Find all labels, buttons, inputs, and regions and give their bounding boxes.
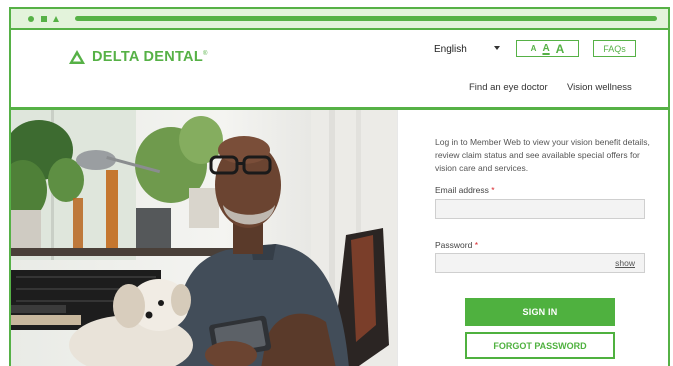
email-label: Email address * [435,185,495,195]
delta-dental-logo[interactable]: DELTA DENTAL® [68,49,208,65]
text-size-large[interactable]: A [556,43,565,55]
password-field[interactable]: show [435,253,645,273]
sign-in-button[interactable]: SIGN IN [465,298,615,326]
email-field[interactable] [435,199,645,219]
hero-illustration [11,110,397,366]
language-select[interactable]: English [434,44,467,55]
hero-image [11,110,397,366]
text-size-small[interactable]: A [531,44,537,53]
text-size-medium[interactable]: A [542,43,549,54]
nav-find-eye-doctor[interactable]: Find an eye doctor [469,82,548,93]
window-square-icon[interactable] [41,16,47,22]
chevron-down-icon[interactable] [494,46,500,50]
login-panel: Log in to Member Web to view your vision… [397,110,668,366]
browser-toolbar [11,9,668,30]
window-triangle-icon[interactable] [53,16,59,22]
logo-text: DELTA DENTAL® [92,49,208,65]
login-intro-text: Log in to Member Web to view your vision… [435,137,650,173]
show-password-link[interactable]: show [615,258,635,268]
password-label: Password * [435,240,479,250]
text-size-control: A A A [516,40,579,57]
address-bar[interactable] [75,16,657,21]
faqs-button[interactable]: FAQs [593,40,636,57]
forgot-password-button[interactable]: FORGOT PASSWORD [465,332,615,359]
nav-vision-wellness[interactable]: Vision wellness [567,82,632,93]
site-header: DELTA DENTAL® English A A A FAQs Find an… [11,30,668,107]
window-dot-icon[interactable] [28,16,34,22]
delta-logo-icon [69,50,85,64]
browser-window: DELTA DENTAL® English A A A FAQs Find an… [9,7,670,366]
